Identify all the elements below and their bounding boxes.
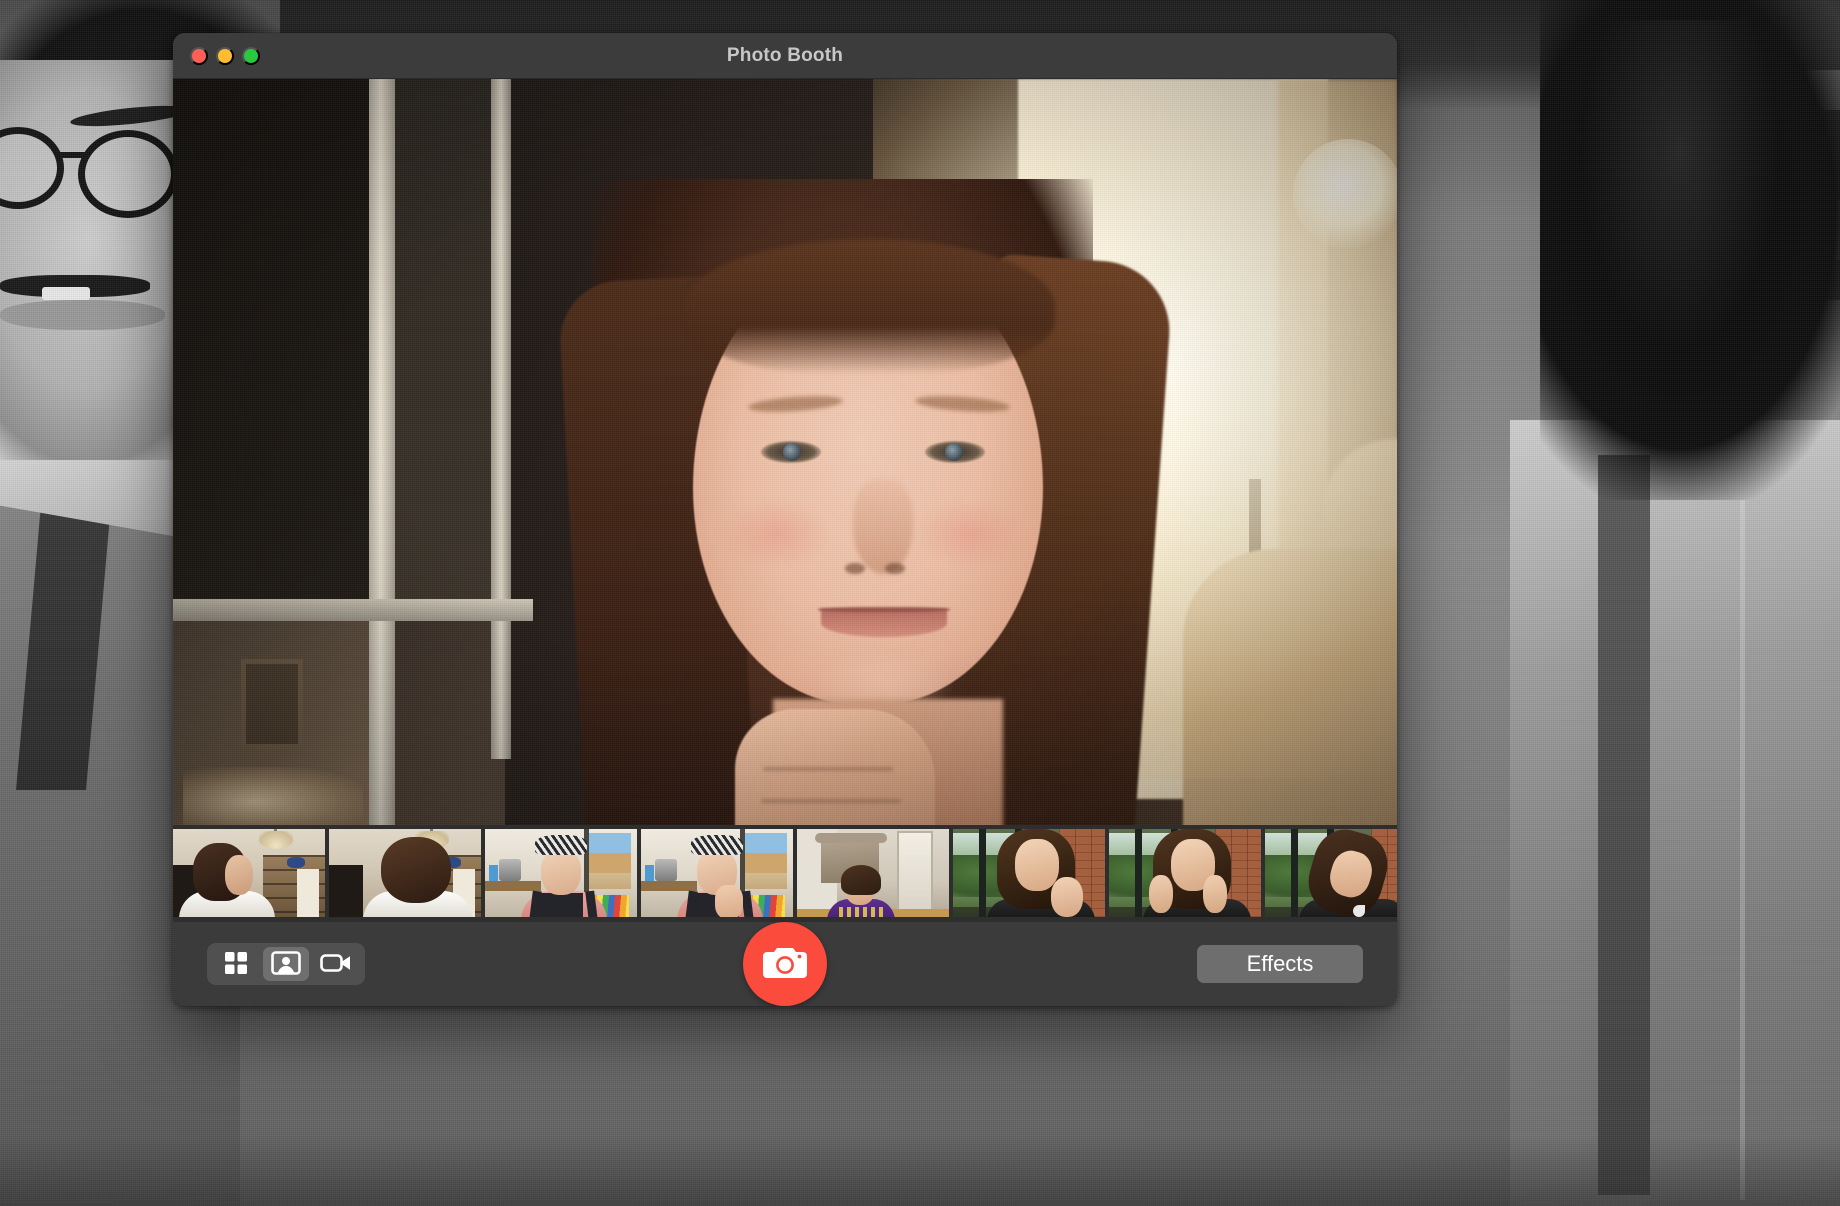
- thumb-hair: [841, 865, 881, 895]
- thumb-hand-right: [1203, 875, 1227, 913]
- thumb-sky: [741, 833, 787, 853]
- thumb-window-mullion-1: [1291, 829, 1298, 917]
- thumb-hand: [715, 885, 743, 917]
- thumb-dark-corner: [329, 865, 363, 917]
- thumb-headscarf: [535, 835, 587, 855]
- thumb-face: [225, 855, 253, 895]
- photo-icon: [271, 950, 301, 979]
- thumb-headscarf: [691, 835, 743, 855]
- thumb-hand-left: [1149, 875, 1173, 913]
- thumbnail-8[interactable]: [1265, 829, 1397, 917]
- thumb-pot: [499, 859, 521, 881]
- grid-icon: [223, 950, 249, 979]
- mode-four-up-button[interactable]: [213, 947, 259, 981]
- camera-icon: [762, 944, 808, 985]
- thumb-counter: [485, 881, 541, 891]
- mode-switcher[interactable]: [207, 943, 365, 985]
- preview-sensor-noise: [173, 79, 1397, 825]
- thumb-door: [897, 831, 933, 917]
- thumb-building: [585, 853, 631, 873]
- thumb-sky: [585, 833, 631, 853]
- thumb-tee-graphic: [839, 907, 883, 917]
- close-button[interactable]: [190, 46, 208, 65]
- thumb-building: [741, 853, 787, 873]
- thumb-window-mullion-1: [1135, 829, 1142, 917]
- traffic-lights: [190, 46, 260, 65]
- minimize-button[interactable]: [216, 46, 234, 65]
- photo-booth-window: Photo Booth Effects: [173, 33, 1397, 1006]
- window-title: Photo Booth: [726, 44, 844, 66]
- mode-movie-button[interactable]: [313, 947, 359, 981]
- photo-filmstrip[interactable]: [173, 825, 1397, 922]
- thumb-overalls: [537, 893, 583, 917]
- thumb-counter: [641, 881, 697, 891]
- thumb-ceiling-lamp: [259, 831, 293, 849]
- thumb-cup: [489, 865, 498, 881]
- thumb-face: [541, 849, 581, 895]
- desktop: Photo Booth Effects: [0, 0, 1840, 1206]
- thumbnail-5[interactable]: [797, 829, 949, 917]
- thumb-face: [1015, 839, 1059, 891]
- thumbnail-7[interactable]: [1109, 829, 1261, 917]
- thumb-cup: [645, 865, 654, 881]
- thumb-hand: [1051, 877, 1083, 917]
- thumbnail-6[interactable]: [953, 829, 1105, 917]
- thumb-pot: [655, 859, 677, 881]
- thumbnail-2[interactable]: [329, 829, 481, 917]
- wallpaper-bottom-shade: [0, 1136, 1840, 1206]
- thumb-raised-arms: [815, 833, 887, 843]
- thumb-doorway: [297, 869, 319, 917]
- video-camera-icon: [320, 950, 352, 979]
- maximize-button[interactable]: [242, 46, 260, 65]
- thumbnail-4[interactable]: [641, 829, 793, 917]
- thumb-shirt-logo: [1353, 905, 1365, 917]
- thumb-blue-object: [287, 857, 305, 868]
- thumb-window-mullion-1: [979, 829, 986, 917]
- mode-still-photo-button[interactable]: [263, 947, 309, 981]
- bottom-toolbar: Effects: [173, 922, 1397, 1006]
- camera-preview[interactable]: [173, 79, 1397, 825]
- shutter-button[interactable]: [743, 922, 827, 1006]
- thumb-hair: [381, 837, 451, 903]
- effects-button[interactable]: Effects: [1197, 945, 1363, 983]
- thumbnail-1[interactable]: [173, 829, 325, 917]
- window-titlebar[interactable]: Photo Booth: [173, 33, 1397, 79]
- thumbnail-3[interactable]: [485, 829, 637, 917]
